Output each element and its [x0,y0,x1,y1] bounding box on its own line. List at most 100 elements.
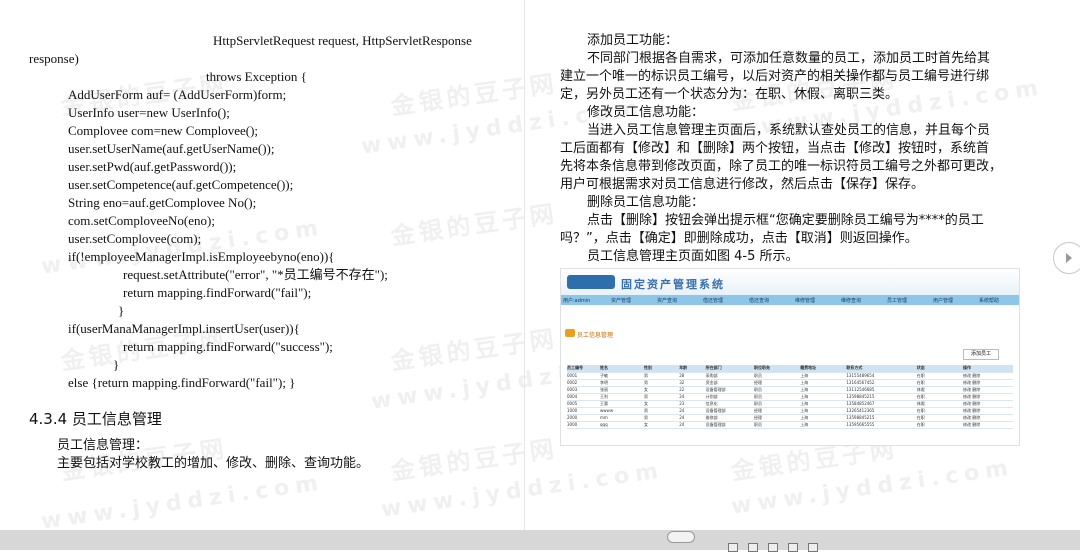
table-cell: 姓名 [600,365,608,370]
table-cell: 休假 [916,387,925,392]
table-cell: 职员 [754,422,762,427]
watermark-url: www.jyddzi.com [379,458,666,523]
table-cell: 所在部门 [705,365,722,370]
table-cell: 女 [644,401,648,406]
employee-table: 员工编号 姓名 性别 年龄 所在部门 职位职务 籍贯地址 联系方式 状态 操作 0001 子敏男 28 采… [567,365,1013,429]
table-row: 0005 王惠 女 23 信息化 职员 上海 13584852467 休假 修改 删除 [567,401,1013,408]
table-cell: 24 [679,415,685,420]
table-cell: 23 [679,401,685,406]
code-line: Complovee com=new Complovee(); [68,123,259,138]
table-cell: 13595665555 [846,422,875,427]
table-cell: 上海 [800,373,809,378]
search-icon[interactable] [808,543,818,552]
table-cell: 修改 删除 [963,373,981,378]
paragraph-line: 点击【删除】按钮会弹出提示框“您确定要删除员工编号为****的员工 [587,213,984,228]
table-cell: 男 [644,394,648,399]
two-page-icon[interactable] [768,543,778,552]
table-cell: 男 [644,408,648,413]
viewer-toolbar [0,530,1080,550]
table-cell: 年龄 [679,365,688,370]
scroll-handle[interactable] [667,531,695,543]
table-cell: 3000 [567,422,578,427]
nav-item: 员工管理 [887,298,908,304]
chevron-right-icon [1066,253,1072,263]
folder-icon [565,329,575,337]
table-cell: 24 [679,408,685,413]
table-cell: 女 [644,422,648,427]
nav-item: 系统帮助 [979,298,1000,304]
table-cell: 资金部 [705,380,718,385]
paragraph-line: 修改员工信息功能： [587,105,705,120]
table-cell: 13265412365 [846,408,875,413]
table-cell: 0002 [567,380,578,385]
table-cell: 李明 [600,380,608,385]
page-icon[interactable] [748,543,758,552]
table-cell: 修改 删除 [963,380,981,385]
table-cell: 24 [679,394,685,399]
code-line: response) [29,51,79,66]
table-cell: 维修部 [705,415,718,420]
nav-item: 用户管理 [933,298,954,304]
table-cell: 修改 删除 [963,422,981,427]
code-line: String eno=auf.getComplovee No(); [68,195,257,210]
code-line: com.setComploveeNo(eno); [68,213,215,228]
nav-item: 用户:admin [563,298,591,304]
paragraph: 主要包括对学校教工的增加、修改、删除、查询功能。 [57,456,370,471]
table-cell: 13584852467 [846,401,875,406]
paragraph-line: 用户可根据需求对员工信息进行修改，然后点击【保存】保存。 [560,177,925,192]
table-cell: 女 [644,387,648,392]
nav-item: 借还管理 [703,298,724,304]
table-cell: 13598845215 [846,394,875,399]
table-cell: 计划部 [705,394,718,399]
table-cell: 联系方式 [846,365,863,370]
table-cell: 0001 [567,373,578,378]
figure-subtitle: 员工信息管理 [577,332,614,339]
paragraph-line: 当进入员工信息管理主页面后，系统默认查处员工的信息，并且每个员 [587,123,991,138]
table-cell: 0003 [567,387,578,392]
table-cell: mm [600,415,608,420]
table-cell: 2000 [567,415,578,420]
code-line: user.setUserName(auf.getUserName()); [68,141,275,156]
table-cell: 在职 [916,373,925,378]
code-line: HttpServletRequest request, HttpServletR… [213,33,472,48]
table-cell: 休假 [916,401,925,406]
paragraph-line: 建立一个唯一的标识员工编号，以后对资产的相关操作都与员工编号进行绑 [560,69,990,84]
watermark-url: www.jyddzi.com [39,470,326,530]
fit-icon[interactable] [788,543,798,552]
figure-screenshot: 固定资产管理系统 用户:admin 资产管理 资产查询 借还管理 借还查询 维修… [560,268,1020,446]
table-row: 3000 qqq 女 24 设备管理部 职员 上海 13595665555 在职 修改 删除 [567,422,1013,429]
paragraph-line: 先将本条信息带到修改页面，除了员工的唯一标识符员工编号之外都可更改， [560,159,1003,174]
nav-item: 维修查询 [841,298,862,304]
table-cell: 子敏 [600,373,608,378]
code-line: AddUserForm auf= (AddUserForm)form; [68,87,287,102]
watermark-cn: 金银的豆子网 [389,324,560,376]
table-row: 0002 李明 男 32 资金部 经理 上海 13164567452 在职 修改 删除 [567,380,1013,387]
table-cell: 上海 [800,387,809,392]
paragraph: 员工信息管理： [57,438,149,453]
table-cell: 设备管理部 [705,387,726,392]
paragraph-line: 吗？”，点击【确定】即删除成功，点击【取消】则返回操作。 [560,231,918,246]
code-line: user.setPwd(auf.getPassword()); [68,159,237,174]
watermark-cn: 金银的豆子网 [389,434,560,486]
table-cell: 上海 [800,408,809,413]
next-page-button[interactable] [1053,242,1080,274]
table-cell: 22 [679,387,685,392]
document-page: 金银的豆子网 金银的豆子网 金银的豆子网 www.jyddzi.com www.… [0,0,1080,530]
table-cell: 在职 [916,422,925,427]
table-cell: 设备管理部 [705,422,726,427]
table-cell: 13112546685 [846,387,875,392]
figure-header: 固定资产管理系统 [561,269,1019,295]
code-line: UserInfo user=new UserInfo(); [68,105,230,120]
code-line: if(userManaManagerImpl.insertUser(user))… [68,321,300,336]
table-row: 1000 wwww 男 24 设备管理部 经理 上海 13265412365 在职 修改 删除 [567,408,1013,415]
paragraph-line: 员工信息管理主页面如图 4-5 所示。 [587,249,799,264]
table-cell: 修改 删除 [963,401,981,406]
table-cell: 13598845215 [846,415,875,420]
table-cell: 1000 [567,408,578,413]
table-cell: 修改 删除 [963,387,981,392]
zoom-icon[interactable] [728,543,738,552]
table-cell: 职员 [754,401,762,406]
table-cell: 操作 [963,365,971,370]
table-cell: 在职 [916,394,925,399]
watermark-cn: 金银的豆子网 [389,199,560,251]
